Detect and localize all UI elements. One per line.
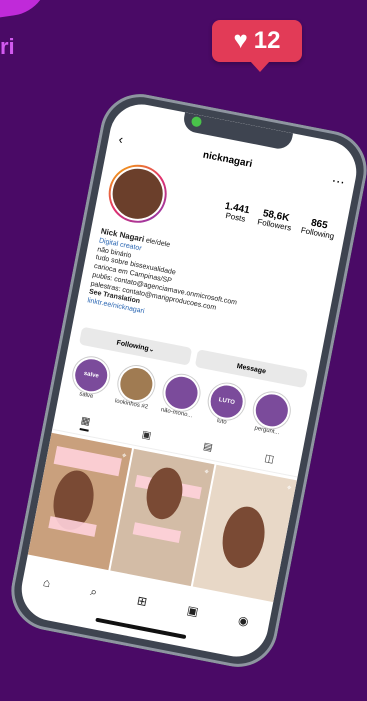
highlight-item-2[interactable]: lookinhos #2 — [114, 362, 158, 411]
search-icon[interactable]: ⌕ — [89, 584, 98, 600]
grid-icon[interactable]: ▦ — [79, 414, 92, 432]
post-caption-overlay — [132, 522, 182, 544]
stat-posts[interactable]: 1.441 Posts — [222, 201, 251, 225]
avatar-ring[interactable] — [103, 159, 172, 228]
post-caption-overlay — [53, 446, 122, 477]
stat-followers[interactable]: 58,6K Followers — [257, 208, 294, 234]
profile-stats: 1.441 Posts 58,6K Followers 865 Followin… — [172, 191, 337, 242]
pin-icon: ⌖ — [286, 482, 293, 493]
post-image — [217, 502, 270, 572]
back-icon[interactable]: ‹ — [118, 131, 125, 147]
highlight-item-4[interactable]: LUTO luto — [204, 380, 248, 428]
avatar[interactable] — [106, 162, 170, 226]
post-image — [142, 464, 187, 523]
like-notification-badge: ♥ 12 — [212, 20, 302, 72]
profile-icon[interactable]: ◉ — [237, 613, 250, 629]
chevron-down-icon: ⌄ — [147, 345, 156, 354]
highlight-item-1[interactable]: salve salve — [69, 354, 113, 402]
reels-icon[interactable]: ▣ — [141, 429, 152, 442]
phone-mockup: ‹ nicknagari ⋯ 1.441 Posts 58,6K Followe… — [4, 87, 367, 674]
highlight-item-3[interactable]: não-mono... — [159, 371, 203, 420]
corner-decoration — [0, 0, 54, 20]
guides-icon[interactable]: ▤ — [202, 441, 213, 454]
reels-icon[interactable]: ▣ — [186, 603, 200, 619]
heart-icon: ♥ — [233, 27, 248, 54]
home-icon[interactable]: ⌂ — [42, 575, 52, 590]
tagged-icon[interactable]: ◫ — [264, 452, 275, 465]
like-count: 12 — [253, 27, 281, 54]
corner-text: ri — [0, 34, 15, 59]
pin-icon: ⌖ — [121, 450, 128, 461]
new-post-icon[interactable]: ⊞ — [136, 593, 149, 609]
username: nicknagari — [201, 149, 254, 170]
highlight-item-5[interactable]: pergunt... — [250, 389, 293, 437]
more-icon[interactable]: ⋯ — [331, 172, 347, 189]
stat-following[interactable]: 865 Following — [300, 216, 337, 242]
pin-icon: ⌖ — [203, 466, 210, 477]
phone-screen: ‹ nicknagari ⋯ 1.441 Posts 58,6K Followe… — [16, 98, 362, 663]
